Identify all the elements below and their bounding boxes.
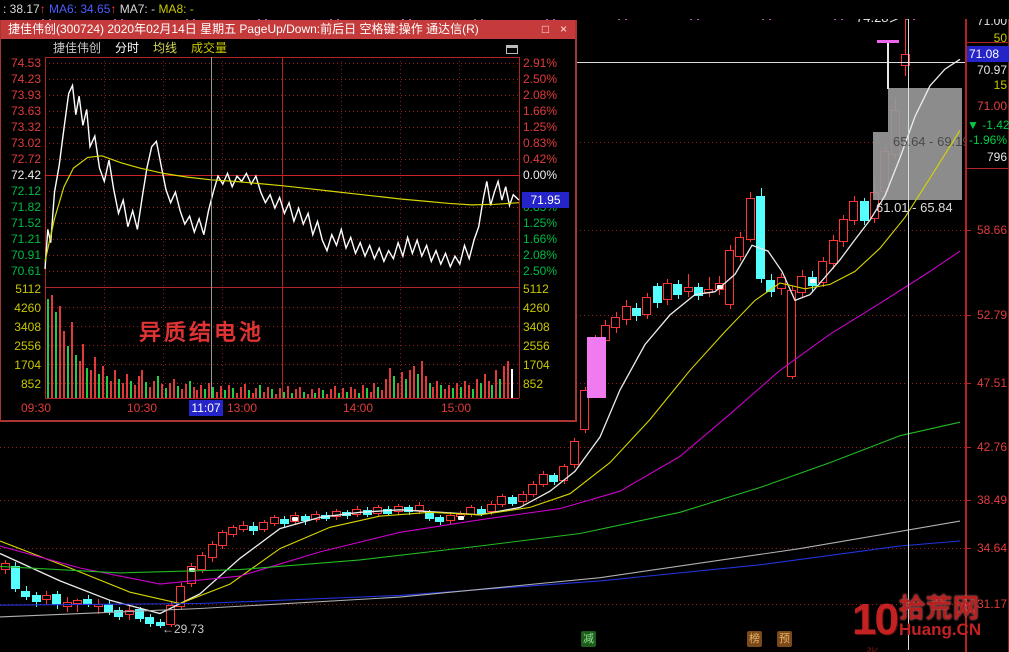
axis-tick — [967, 548, 971, 549]
crosshair-price-badge: 71.08 — [967, 46, 1009, 62]
price-axis-label: 38.49 — [969, 493, 1007, 507]
intraday-popup-window[interactable]: 捷佳伟创(300724) 2020年02月14日 星期五 PageUp/Down… — [0, 20, 577, 422]
axis-tick — [967, 315, 971, 316]
watermark-partial-glyph: 张 — [866, 643, 879, 652]
intraday-price-badge: 71.95 — [522, 192, 569, 208]
quote-value: 71.00 — [967, 99, 1007, 113]
ma-legend-segment: : 38.17 — [3, 2, 40, 16]
info-mine-marker[interactable]: 预 — [777, 631, 792, 647]
intraday-crosshair[interactable] — [211, 57, 212, 398]
quote-value: -1.96% — [967, 133, 1007, 147]
quote-value: 70.97 — [967, 63, 1007, 77]
crosshair-vertical[interactable] — [908, 14, 909, 650]
crosshair-time-badge: 11:07 — [189, 400, 223, 416]
panel-divider — [967, 168, 1009, 169]
quote-value: ▼ -1.42 — [967, 118, 1007, 132]
price-axis-label: 42.76 — [969, 440, 1007, 454]
info-mine-marker[interactable]: 减 — [581, 631, 596, 647]
crosshair-horizontal[interactable] — [577, 62, 965, 63]
ma-line-MA60 — [0, 422, 960, 573]
price-axis-label: 58.66 — [969, 223, 1007, 237]
intraday-avg-line — [45, 156, 519, 262]
axis-tick — [967, 230, 971, 231]
ma-legend-segment: MA8: - — [158, 2, 193, 16]
quote-value: 796 — [967, 150, 1007, 164]
concept-note-text: 异质结电池 — [139, 326, 264, 340]
watermark-number: 10 — [852, 595, 897, 645]
axis-tick — [967, 447, 971, 448]
low-price-annotation: ←29.73 — [162, 622, 204, 636]
quote-value: 15 — [967, 78, 1007, 92]
axis-tick — [967, 500, 971, 501]
info-mine-marker[interactable]: 榜 — [747, 631, 762, 647]
price-axis-label: 34.64 — [969, 541, 1007, 555]
site-watermark: 10 拾荒网 Huang.CN 张 — [852, 595, 981, 645]
drawn-vertical-mark — [887, 43, 889, 89]
ma-legend-segment: MA6: 34.65 — [46, 2, 111, 16]
watermark-site-name: 拾荒网 — [899, 595, 981, 621]
range-label-lower: 61.01 - 65.84 — [876, 201, 953, 215]
axis-tick — [967, 383, 971, 384]
tdx-main-window: : 38.17↑ MA6: 34.65↑ MA7: - MA8: - ✕ 74.… — [0, 0, 1009, 652]
right-quote-panel: 71.005071.0870.971571.00▼ -1.42-1.96%796… — [965, 0, 1009, 652]
ma-legend-segment: MA7: - — [116, 2, 158, 16]
quote-value: 50 — [967, 31, 1007, 45]
intraday-price-line — [45, 85, 519, 269]
watermark-domain: Huang.CN — [899, 621, 981, 639]
intraday-lines — [1, 20, 578, 422]
price-axis-label: 52.79 — [969, 308, 1007, 322]
range-label-upper: 65.64 - 69.19 — [893, 135, 970, 149]
price-axis-label: 47.51 — [969, 376, 1007, 390]
ma-legend-bar: : 38.17↑ MA6: 34.65↑ MA7: - MA8: - — [0, 0, 1009, 19]
ma-line-MA-long — [0, 521, 960, 617]
